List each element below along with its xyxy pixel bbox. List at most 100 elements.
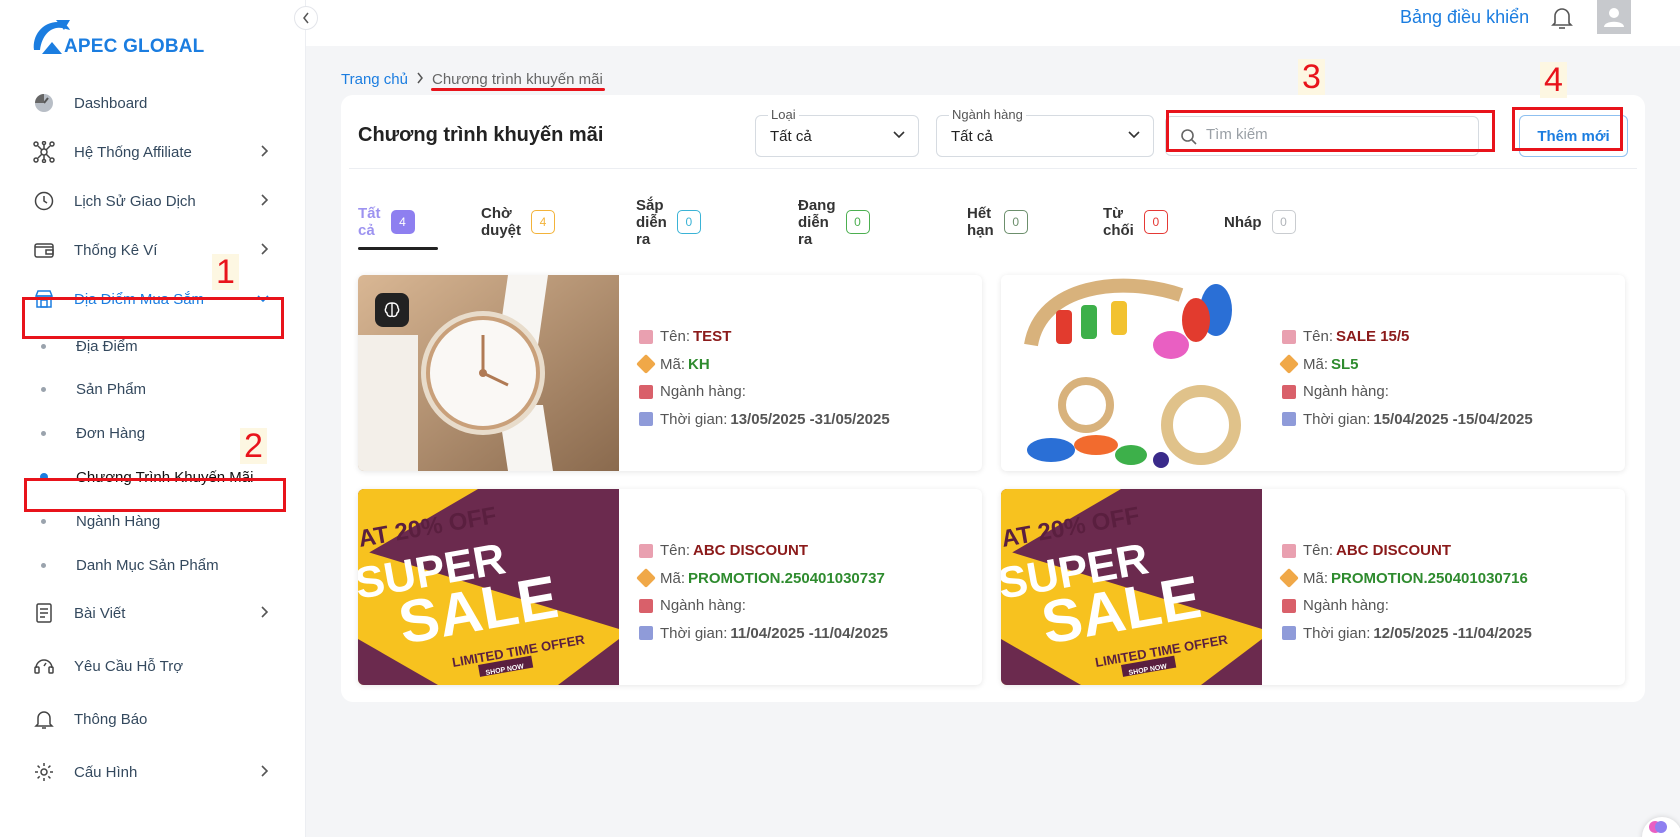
gauge-icon [32, 91, 56, 115]
tab-label: Sắp diễn ra [636, 196, 667, 248]
field-label: Thời gian: [1303, 624, 1371, 642]
note-icon [1282, 329, 1296, 344]
sidebar-item-label: Hệ Thống Affiliate [74, 143, 192, 161]
shop-icon [639, 598, 653, 613]
promotion-name: SALE 15/5 [1336, 328, 1410, 346]
calendar-icon [639, 626, 653, 641]
notification-bell-icon[interactable] [1550, 5, 1574, 31]
category-filter-label: Ngành hàng [949, 107, 1026, 122]
brand-logo[interactable]: APEC GLOBAL [30, 16, 210, 58]
field-label: Ngành hàng: [1303, 383, 1389, 401]
sidebar-item-label: Lịch Sử Giao Dịch [74, 192, 196, 210]
sidebar-item-label: Cấu Hình [74, 763, 138, 781]
breadcrumb-home-link[interactable]: Trang chủ [341, 71, 408, 88]
type-filter-value: Tất cả [770, 128, 812, 145]
tab-rejected[interactable]: Từ chối 0 [1103, 205, 1168, 239]
sidebar-item-support[interactable]: Yêu Cầu Hỗ Trợ [22, 645, 284, 687]
chat-widget-button[interactable] [1642, 817, 1680, 837]
shop-icon [639, 384, 653, 399]
highlight-box-3 [1166, 110, 1495, 152]
sidebar-subitem-label: Ngành Hàng [76, 512, 161, 530]
field-label: Tên: [1303, 542, 1334, 560]
promotion-time: 13/05/2025 -31/05/2025 [730, 410, 890, 428]
field-label: Thời gian: [660, 624, 728, 642]
sidebar: APEC GLOBAL Dashboard Hệ Thống Affiliate… [0, 0, 306, 837]
promotion-info: Tên: TEST Mã: KH Ngành hàng: Thời gian: 13/… [636, 323, 890, 433]
sidebar-subitem-label: Địa Điểm [76, 337, 138, 355]
bullet-icon [41, 562, 46, 568]
promotion-card[interactable]: Tên: SALE 15/5 Mã: SL5 Ngành hàng: Thời gi… [1001, 275, 1625, 471]
promotion-card[interactable]: Tên: TEST Mã: KH Ngành hàng: Thời gian: 13/… [358, 275, 982, 471]
tab-expired[interactable]: Hết hạn 0 [967, 205, 1028, 239]
sidebar-item-settings[interactable]: Cấu Hình [22, 751, 284, 793]
avatar[interactable] [1597, 0, 1631, 34]
network-icon [32, 140, 56, 164]
tag-icon [1279, 354, 1299, 375]
tab-upcoming[interactable]: Sắp diễn ra 0 [636, 197, 701, 248]
type-filter-label: Loại [768, 107, 799, 122]
tab-all[interactable]: Tất cả 4 [358, 205, 415, 239]
history-icon [32, 189, 56, 213]
tab-draft[interactable]: Nháp 0 [1224, 209, 1296, 235]
sidebar-item-wallet[interactable]: Thống Kê Ví [22, 229, 284, 271]
shop-icon [1282, 384, 1296, 399]
promotion-image-toys [1001, 275, 1262, 471]
chevron-right-icon [261, 765, 269, 777]
page-title: Chương trình khuyến mãi [358, 124, 604, 146]
sidebar-item-label: Yêu Cầu Hỗ Trợ [74, 657, 184, 675]
field-label: Thời gian: [660, 410, 728, 428]
breadcrumb-highlight-underline [431, 88, 605, 91]
promotion-code: PROMOTION.250401030716 [1331, 569, 1528, 587]
category-filter-value: Tất cả [951, 128, 993, 145]
promotion-card[interactable]: AT 20% OFF SUPER SALE LIMITED TIME OFFER… [1001, 489, 1625, 685]
active-tab-indicator [358, 247, 438, 250]
tab-label: Từ chối [1103, 205, 1134, 239]
ai-icon[interactable] [375, 293, 409, 327]
breadcrumb-separator-icon [416, 71, 424, 88]
note-icon [1282, 543, 1296, 558]
chevron-right-icon [261, 606, 269, 618]
field-label: Thời gian: [1303, 410, 1371, 428]
promotion-code: SL5 [1331, 355, 1359, 373]
sidebar-item-label: Thông Báo [74, 710, 148, 728]
gear-icon [32, 760, 56, 784]
sidebar-subitem-products[interactable]: Sản Phẩm [22, 372, 284, 406]
tab-ongoing[interactable]: Đang diễn ra 0 [798, 197, 870, 248]
chevron-down-icon [893, 131, 905, 139]
tab-pending[interactable]: Chờ duyệt 4 [481, 205, 556, 239]
brand-name: APEC GLOBAL [64, 36, 205, 57]
sidebar-item-dashboard[interactable]: Dashboard [22, 82, 284, 124]
field-label: Mã: [1303, 569, 1329, 587]
chat-icon [1649, 821, 1667, 833]
annotation-number-4: 4 [1540, 62, 1567, 98]
collapse-sidebar-button[interactable] [294, 6, 318, 30]
divider [349, 168, 1637, 169]
wallet-icon [32, 238, 56, 262]
tag-icon [636, 354, 656, 375]
sidebar-item-articles[interactable]: Bài Viết [22, 592, 284, 634]
tab-label: Nháp [1224, 213, 1262, 231]
promotion-card[interactable]: AT 20% OFF SUPER SALE LIMITED TIME OFFER… [358, 489, 982, 685]
promotion-info: Tên: ABC DISCOUNT Mã: PROMOTION.2504010307… [636, 537, 889, 647]
type-filter-select[interactable]: Loại Tất cả [755, 107, 919, 157]
category-filter-select[interactable]: Ngành hàng Tất cả [936, 107, 1154, 157]
annotation-number-3: 3 [1298, 59, 1325, 95]
promotion-time: 11/04/2025 -11/04/2025 [730, 624, 889, 642]
sidebar-subitem-product-catalog[interactable]: Danh Mục Sản Phẩm [22, 548, 284, 582]
dashboard-link[interactable]: Bảng điều khiển [1400, 7, 1529, 28]
main-panel: Chương trình khuyến mãi Loại Tất cả Ngàn… [341, 59, 1645, 702]
chevron-right-icon [261, 243, 269, 255]
breadcrumb-current: Chương trình khuyến mãi [431, 71, 603, 88]
sidebar-subitem-label: Sản Phẩm [76, 380, 147, 398]
promotion-info: Tên: ABC DISCOUNT Mã: PROMOTION.2504010307… [1279, 537, 1532, 647]
tab-label: Hết hạn [967, 205, 994, 239]
sidebar-item-transactions[interactable]: Lịch Sử Giao Dịch [22, 180, 284, 222]
field-label: Tên: [660, 328, 691, 346]
sidebar-item-label: Dashboard [74, 94, 148, 112]
tab-label: Đang diễn ra [798, 196, 836, 248]
sidebar-item-notifications[interactable]: Thông Báo [22, 698, 284, 740]
field-label: Mã: [660, 569, 686, 587]
sidebar-item-affiliate[interactable]: Hệ Thống Affiliate [22, 131, 284, 173]
field-label: Ngành hàng: [660, 383, 746, 401]
field-label: Tên: [660, 542, 691, 560]
